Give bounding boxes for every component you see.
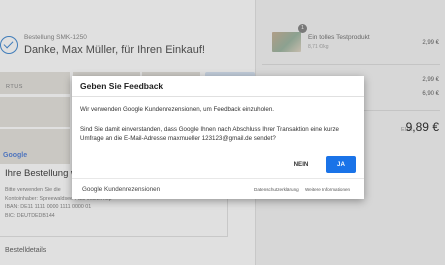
dialog-title: Geben Sie Feedback — [72, 76, 364, 97]
dialog-intro-text: Wir verwenden Google Kundenrezensionen, … — [80, 106, 274, 113]
feedback-dialog: Geben Sie Feedback Wir verwenden Google … — [72, 76, 364, 199]
dialog-footer: Google Kundenrezensionen Datenschutzerkl… — [72, 178, 364, 199]
privacy-policy-link[interactable]: Datenschutzerklärung — [254, 187, 299, 192]
dialog-question-text: Sind Sie damit einverstanden, dass Googl… — [80, 126, 339, 142]
yes-button[interactable]: JA — [326, 156, 356, 173]
more-info-link[interactable]: Weitere Informationen — [305, 187, 350, 192]
no-button[interactable]: NEIN — [286, 158, 316, 172]
google-reviews-brand: Google Kundenrezensionen — [82, 186, 161, 193]
